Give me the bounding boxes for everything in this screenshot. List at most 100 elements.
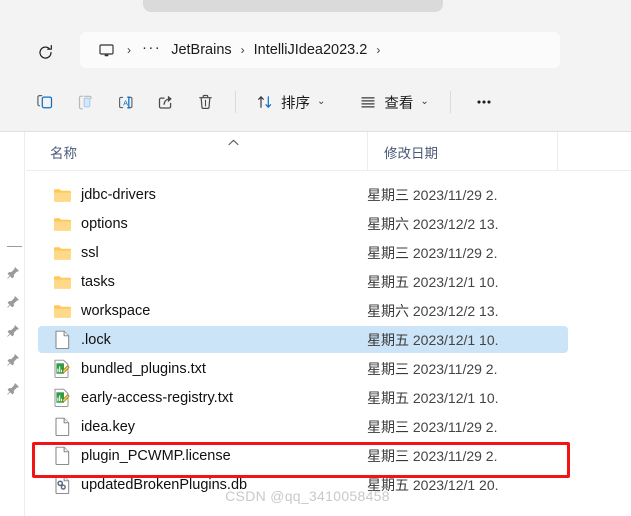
file-date-value: 2023/12/1 10.: [409, 331, 499, 348]
refresh-button[interactable]: [29, 36, 61, 68]
ellipsis-icon: [477, 100, 491, 104]
share-icon: [158, 95, 172, 109]
copy-button[interactable]: [25, 84, 65, 120]
folder-icon: [50, 243, 74, 263]
folder-icon: [50, 301, 74, 321]
column-header-date[interactable]: 修改日期: [367, 132, 557, 171]
breadcrumb-separator-0[interactable]: ›: [118, 44, 140, 56]
folder-icon: [50, 272, 74, 292]
column-header-name[interactable]: 名称: [26, 132, 367, 171]
breadcrumb-item-intellijidea[interactable]: IntelliJIdea2023.2: [254, 42, 368, 58]
file-name: bundled_plugins.txt: [81, 360, 206, 377]
table-row[interactable]: .lock 星期五 2023/12/1 10.: [38, 326, 568, 353]
chevron-down-icon: ⌄: [317, 95, 326, 107]
sort-icon: [258, 96, 272, 108]
delete-button[interactable]: [185, 84, 225, 120]
file-name: ssl: [81, 244, 99, 261]
rename-icon: A: [118, 96, 132, 108]
navigation-pane[interactable]: [0, 132, 25, 516]
paste-button[interactable]: [65, 84, 105, 120]
file-date-modified: 星期三 2023/11/29 2.: [367, 446, 556, 466]
pin-icon[interactable]: [6, 353, 20, 367]
file-name: plugin_PCWMP.license: [81, 447, 231, 464]
pin-icon[interactable]: [6, 266, 20, 280]
file-date-modified: 星期六 2023/12/2 13.: [367, 301, 556, 321]
sort-label: 排序: [281, 95, 310, 112]
file-name: jdbc-drivers: [81, 186, 156, 203]
file-date-value: 2023/11/29 2.: [409, 360, 498, 377]
command-bar: A 排序 ⌄ 查看 ⌄: [0, 73, 631, 131]
file-name: options: [81, 215, 128, 232]
breadcrumb-item-jetbrains[interactable]: JetBrains: [171, 42, 231, 58]
file-date-value: 2023/11/29 2.: [409, 186, 498, 203]
watermark: CSDN @qq_3410058458: [225, 488, 390, 504]
file-name: early-access-registry.txt: [81, 389, 234, 406]
paste-icon: [78, 95, 92, 109]
file-date-value: 2023/12/2 13.: [409, 302, 499, 319]
table-row[interactable]: plugin_PCWMP.license 星期三 2023/11/29 2.: [38, 442, 568, 469]
table-row[interactable]: jdbc-drivers 星期三 2023/11/29 2.: [38, 181, 568, 208]
file-date-modified: 星期三 2023/11/29 2.: [367, 185, 556, 205]
table-row[interactable]: options 星期六 2023/12/2 13.: [38, 210, 568, 237]
copy-icon: [36, 94, 52, 108]
toolbar-divider-2: [449, 91, 451, 113]
table-row[interactable]: idea.key 星期三 2023/11/29 2.: [38, 413, 568, 440]
text-file-icon: [50, 359, 74, 379]
pin-icon[interactable]: [6, 382, 20, 396]
rename-button[interactable]: A: [105, 84, 145, 120]
column-header-name-label: 名称: [50, 145, 77, 161]
monitor-icon[interactable]: [94, 38, 118, 62]
column-header-extra[interactable]: [557, 132, 631, 171]
blank-file-icon: [50, 330, 74, 350]
breadcrumb-separator-2[interactable]: ›: [367, 44, 389, 56]
pin-icon[interactable]: [6, 324, 20, 338]
address-bar: › ··· JetBrains › IntelliJIdea2023.2 ›: [0, 14, 631, 73]
file-date-modified: 星期五 2023/12/1 10.: [367, 388, 556, 408]
sort-button[interactable]: 排序 ⌄: [247, 84, 334, 120]
file-date-weekday: 星期六: [367, 302, 409, 319]
table-row[interactable]: bundled_plugins.txt 星期三 2023/11/29 2.: [38, 355, 568, 382]
file-date-value: 2023/12/1 10.: [409, 273, 499, 290]
share-button[interactable]: [145, 84, 185, 120]
delete-icon: [198, 94, 212, 109]
file-date-modified: 星期三 2023/11/29 2.: [367, 417, 556, 437]
explorer-tab[interactable]: [143, 0, 443, 12]
breadcrumb[interactable]: › ··· JetBrains › IntelliJIdea2023.2 ›: [80, 32, 560, 68]
blank-file-icon: [50, 417, 74, 437]
nav-collapse-indicator: [7, 246, 22, 247]
file-list[interactable]: jdbc-drivers 星期三 2023/11/29 2. options 星期六 …: [26, 171, 631, 516]
view-label: 查看: [384, 95, 414, 112]
blank-file-icon: [50, 446, 74, 466]
table-row[interactable]: workspace 星期六 2023/12/2 13.: [38, 297, 568, 324]
file-name: tasks: [81, 273, 115, 290]
view-button[interactable]: 查看 ⌄: [350, 84, 437, 120]
file-date-value: 2023/11/29 2.: [409, 244, 498, 261]
file-date-value: 2023/11/29 2.: [409, 447, 498, 464]
breadcrumb-separator-1[interactable]: ›: [232, 44, 254, 56]
table-row[interactable]: ssl 星期三 2023/11/29 2.: [38, 239, 568, 266]
sort-ascending-icon: [228, 139, 239, 146]
file-name: idea.key: [81, 418, 136, 435]
pin-icon[interactable]: [6, 295, 20, 309]
file-date-modified: 星期三 2023/11/29 2.: [367, 359, 556, 379]
folder-icon: [50, 214, 74, 234]
file-date-value: 2023/12/2 13.: [409, 215, 499, 232]
file-date-weekday: 星期三: [367, 447, 409, 464]
file-date-weekday: 星期三: [367, 244, 409, 261]
file-date-value: 2023/12/1 10.: [409, 389, 499, 406]
file-date-modified: 星期五 2023/12/1 10.: [367, 330, 556, 350]
svg-text:A: A: [123, 98, 128, 107]
chevron-down-icon: ⌄: [420, 95, 429, 107]
file-date-weekday: 星期三: [367, 418, 409, 435]
breadcrumb-overflow[interactable]: ···: [140, 39, 163, 62]
folder-icon: [50, 185, 74, 205]
table-row[interactable]: early-access-registry.txt 星期五 2023/12/1 1…: [38, 384, 568, 411]
file-date-weekday: 星期五: [367, 331, 409, 348]
file-date-modified: 星期五 2023/12/1 10.: [367, 272, 556, 292]
file-date-weekday: 星期五: [367, 273, 409, 290]
file-name: workspace: [81, 302, 151, 319]
column-header-date-label: 修改日期: [384, 145, 438, 161]
more-options-button[interactable]: [464, 84, 504, 120]
file-date-weekday: 星期五: [367, 389, 409, 406]
table-row[interactable]: tasks 星期五 2023/12/1 10.: [38, 268, 568, 295]
